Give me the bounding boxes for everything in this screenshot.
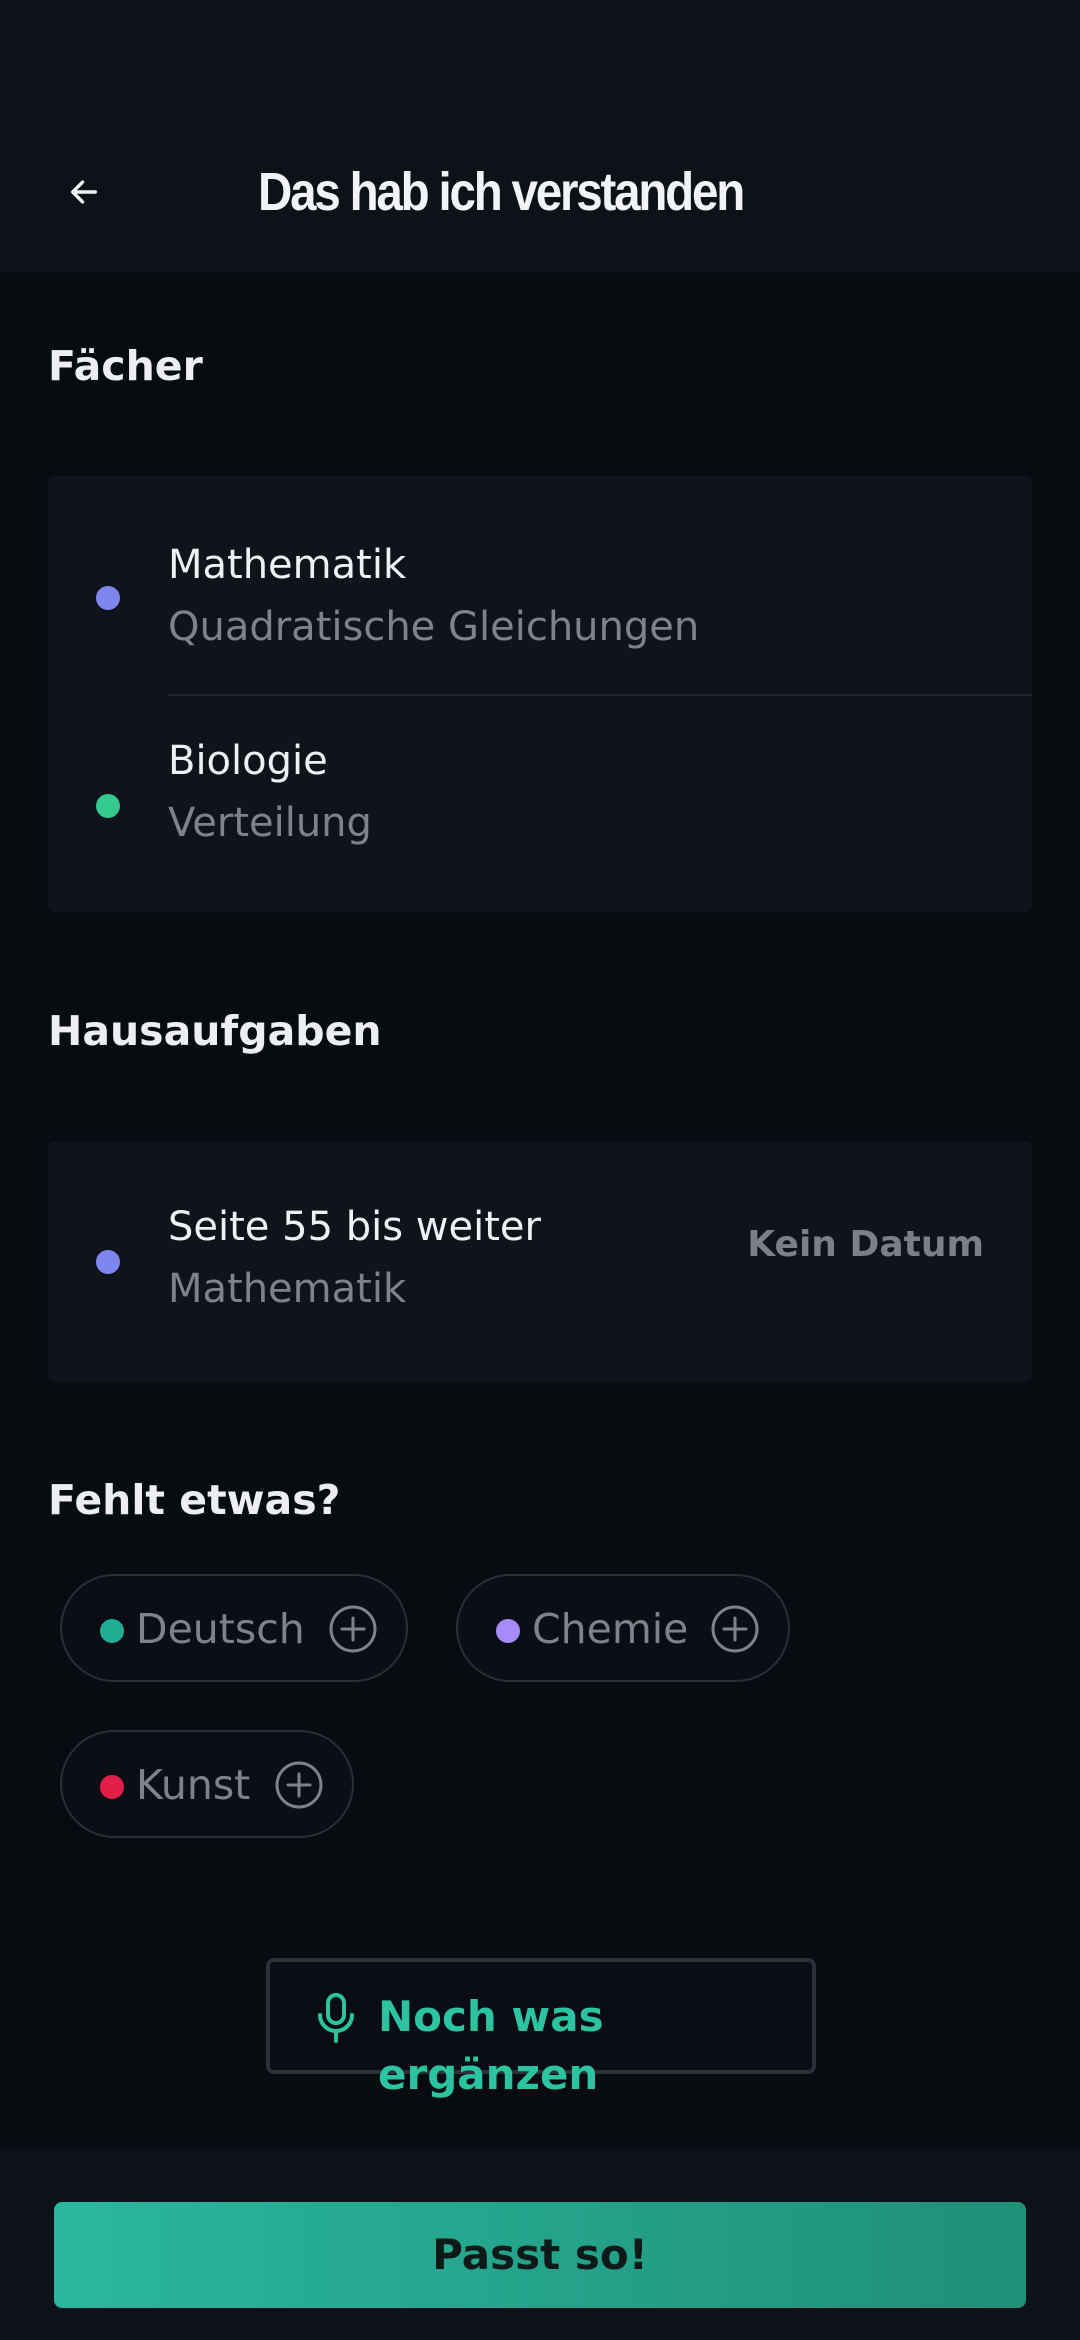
homework-task: Seite 55 bis weiter	[168, 1204, 541, 1250]
subjects-section-title: Fächer	[48, 342, 203, 390]
add-more-label: Noch was ergänzen	[378, 1992, 604, 2099]
arrow-left-icon	[70, 180, 98, 204]
chip-color-dot	[100, 1775, 124, 1799]
homework-due-date[interactable]: Kein Datum	[747, 1220, 984, 1270]
subject-color-dot	[96, 586, 120, 610]
page: Das hab ich verstanden Fächer Mathematik…	[0, 0, 1080, 2340]
subject-color-dot	[96, 794, 120, 818]
add-subject-chip-deutsch[interactable]: Deutsch	[60, 1574, 408, 1682]
confirm-label: Passt so!	[432, 2230, 648, 2279]
microphone-icon	[318, 1993, 354, 2043]
add-subject-chip-chemie[interactable]: Chemie	[456, 1574, 790, 1682]
confirm-button[interactable]: Passt so!	[54, 2202, 1026, 2308]
app-header: Das hab ich verstanden	[0, 0, 1080, 272]
chip-label: Kunst	[136, 1761, 251, 1809]
chip-label: Deutsch	[136, 1605, 305, 1653]
subject-row-biologie[interactable]: Biologie Verteilung	[48, 696, 1032, 912]
plus-circle-icon	[711, 1605, 759, 1653]
chip-color-dot	[496, 1619, 520, 1643]
subject-topic: Verteilung	[168, 800, 372, 846]
subject-topic: Quadratische Gleichungen	[168, 604, 700, 650]
chip-color-dot	[100, 1619, 124, 1643]
homework-subject: Mathematik	[168, 1266, 407, 1312]
plus-circle-icon	[329, 1605, 377, 1653]
subject-row-mathematik[interactable]: Mathematik Quadratische Gleichungen	[48, 476, 1032, 694]
missing-section-title: Fehlt etwas?	[48, 1476, 341, 1524]
page-title: Das hab ich verstanden	[258, 162, 745, 222]
chip-label: Chemie	[532, 1605, 689, 1653]
add-subject-chip-kunst[interactable]: Kunst	[60, 1730, 354, 1838]
subject-name: Mathematik	[168, 542, 407, 588]
subject-name: Biologie	[168, 738, 328, 784]
plus-circle-icon	[275, 1761, 323, 1809]
homework-section-title: Hausaufgaben	[48, 1007, 382, 1055]
subjects-card: Mathematik Quadratische Gleichungen Biol…	[48, 476, 1032, 912]
add-more-button[interactable]: Noch was ergänzen	[266, 1958, 816, 2099]
homework-color-dot	[96, 1250, 120, 1274]
homework-card: Seite 55 bis weiter Mathematik Kein Datu…	[48, 1142, 1032, 1382]
back-button[interactable]	[44, 152, 124, 232]
homework-row[interactable]: Seite 55 bis weiter Mathematik Kein Datu…	[48, 1142, 1032, 1382]
